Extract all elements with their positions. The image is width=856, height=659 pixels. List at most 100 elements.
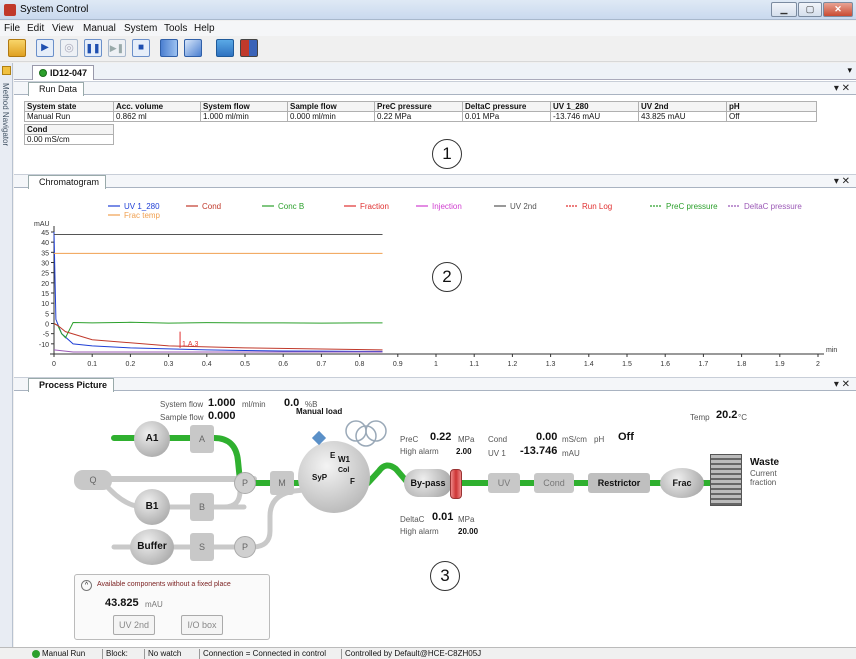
x-tick-label: 0.6 bbox=[278, 361, 288, 368]
y-tick-label: 25 bbox=[41, 271, 49, 278]
status-watch: No watch bbox=[145, 649, 200, 659]
chromatogram-pane-title[interactable]: Chromatogram bbox=[28, 175, 107, 189]
header-sample-flow: Sample flow bbox=[287, 101, 375, 112]
component-a[interactable]: A bbox=[190, 425, 214, 453]
value-ph: Off bbox=[726, 111, 817, 122]
component-uv[interactable]: UV bbox=[488, 473, 520, 493]
component-bypass[interactable]: By-pass bbox=[404, 469, 452, 497]
stop-icon[interactable]: ■ bbox=[132, 39, 150, 57]
component-mixer-m[interactable]: M bbox=[270, 471, 294, 495]
component-b1-valve[interactable]: B1 bbox=[134, 489, 170, 525]
cond-label: Cond bbox=[488, 435, 508, 444]
maximize-button[interactable]: ▢ bbox=[798, 2, 822, 17]
menu-help[interactable]: Help bbox=[194, 23, 215, 34]
x-axis-label: min bbox=[826, 347, 837, 354]
run-icon[interactable]: ▶ bbox=[36, 39, 54, 57]
component-q[interactable]: Q bbox=[74, 470, 112, 490]
method-navigator-label[interactable]: Method Navigator bbox=[1, 83, 10, 146]
menu-edit[interactable]: Edit bbox=[27, 23, 44, 34]
system-flow-label: System flow bbox=[160, 400, 204, 409]
y-axis-label: mAU bbox=[34, 221, 50, 228]
value-sample-flow: 0.000 ml/min bbox=[287, 111, 375, 122]
component-b[interactable]: B bbox=[190, 493, 214, 521]
status-bar: Manual Run Block: No watch Connection = … bbox=[0, 647, 856, 659]
process-picture: System flow 1.000 ml/min 0.0 %B Sample f… bbox=[14, 391, 856, 647]
x-tick-label: 0.4 bbox=[202, 361, 212, 368]
fraction-collector-rack-icon[interactable] bbox=[710, 454, 742, 506]
available-components-box: ^ Available components without a fixed p… bbox=[74, 574, 270, 640]
io-box-button[interactable]: I/O box bbox=[181, 615, 223, 635]
menu-system[interactable]: System bbox=[124, 23, 157, 34]
connected-status-icon bbox=[39, 69, 47, 77]
step-icon[interactable]: ▶❚ bbox=[108, 39, 126, 57]
pane-controls[interactable]: ▾ ✕ bbox=[834, 175, 850, 188]
x-tick-label: 0 bbox=[52, 361, 56, 368]
callout-2: 2 bbox=[432, 262, 462, 292]
legend-entry: Run Log bbox=[582, 202, 612, 211]
deltac-high-alarm-value: 20.00 bbox=[458, 527, 479, 536]
y-tick-label: 15 bbox=[41, 291, 49, 298]
x-tick-label: 0.3 bbox=[164, 361, 174, 368]
open-folder-icon[interactable] bbox=[8, 39, 26, 57]
component-pump-p1[interactable]: P bbox=[234, 472, 256, 494]
menu-file[interactable]: File bbox=[4, 23, 20, 34]
component-frac[interactable]: Frac bbox=[660, 468, 704, 498]
header-prec-pressure: PreC pressure bbox=[374, 101, 463, 112]
run-data-pane-title[interactable]: Run Data bbox=[28, 82, 85, 96]
series-line bbox=[53, 231, 383, 352]
available-components-label: Available components without a fixed pla… bbox=[97, 581, 231, 588]
evaluation-icon[interactable] bbox=[184, 39, 202, 57]
tab-id12-047[interactable]: ID12-047 bbox=[32, 65, 95, 80]
menu-tools[interactable]: Tools bbox=[164, 23, 187, 34]
value-uv2nd: 43.825 mAU bbox=[638, 111, 727, 122]
e-port-label: E bbox=[330, 451, 336, 460]
menu-view[interactable]: View bbox=[52, 23, 74, 34]
legend-entry: Fraction bbox=[360, 202, 389, 211]
menu-manual[interactable]: Manual bbox=[83, 23, 116, 34]
run-data-pane-header: Run Data ▾ ✕ bbox=[14, 81, 856, 96]
log-list-icon[interactable] bbox=[216, 39, 234, 57]
available-uv2nd-value: 43.825 bbox=[105, 597, 139, 609]
prec-high-alarm-label: High alarm bbox=[400, 447, 439, 456]
component-buffer-valve[interactable]: Buffer bbox=[130, 529, 174, 565]
header-system-state: System state bbox=[24, 101, 114, 112]
component-s[interactable]: S bbox=[190, 533, 214, 561]
component-a1-valve[interactable]: A1 bbox=[134, 421, 170, 457]
instrument-icon[interactable] bbox=[240, 39, 258, 57]
component-pump-p2[interactable]: P bbox=[234, 536, 256, 558]
close-button[interactable]: ✕ bbox=[823, 2, 853, 17]
navigator-folder-icon[interactable] bbox=[2, 66, 11, 75]
method-navigator-sidebar[interactable]: Method Navigator bbox=[0, 63, 13, 647]
pane-controls[interactable]: ▾ ✕ bbox=[834, 82, 850, 95]
prec-value: 0.22 bbox=[430, 431, 452, 443]
prec-high-alarm-value: 2.00 bbox=[456, 447, 472, 456]
method-editor-icon[interactable] bbox=[160, 39, 178, 57]
pause-icon[interactable]: ❚❚ bbox=[84, 39, 102, 57]
header-acc-volume: Acc. volume bbox=[113, 101, 201, 112]
y-tick-label: -10 bbox=[39, 342, 49, 349]
tab-label: ID12-047 bbox=[50, 68, 88, 78]
document-tab-strip: ID12-047 ▾ bbox=[14, 63, 856, 80]
value-acc-volume: 0.862 ml bbox=[113, 111, 201, 122]
process-picture-pane-title[interactable]: Process Picture bbox=[28, 378, 115, 392]
pane-controls[interactable]: ▾ ✕ bbox=[834, 378, 850, 391]
toolbar: ▶ ◎ ❚❚ ▶❚ ■ bbox=[0, 36, 856, 62]
title-bar: System Control ▁ ▢ ✕ bbox=[0, 0, 856, 20]
tab-dropdown-icon[interactable]: ▾ bbox=[847, 65, 852, 76]
available-uv2nd-unit: mAU bbox=[145, 600, 163, 609]
ph-label: pH bbox=[594, 435, 605, 444]
x-tick-label: 1.1 bbox=[469, 361, 479, 368]
collapse-chevron-icon[interactable]: ^ bbox=[81, 580, 92, 591]
cond-value: 0.00 bbox=[536, 431, 558, 443]
component-cond[interactable]: Cond bbox=[534, 473, 574, 493]
minimize-button[interactable]: ▁ bbox=[771, 2, 797, 17]
component-sample-valve[interactable]: SyP E W1 Col F bbox=[298, 441, 370, 513]
y-tick-label: 35 bbox=[41, 250, 49, 257]
process-picture-pane-header: Process Picture ▾ ✕ bbox=[14, 377, 856, 392]
component-restrictor[interactable]: Restrictor bbox=[588, 473, 650, 493]
chromatogram-pane-header: Chromatogram ▾ ✕ bbox=[14, 174, 856, 189]
legend-entry: Frac temp bbox=[124, 211, 161, 220]
status-controlled-by: Controlled by Default@HCE-C8ZH05J bbox=[345, 649, 482, 658]
uv2nd-button[interactable]: UV 2nd bbox=[113, 615, 155, 635]
x-tick-label: 1.7 bbox=[699, 361, 709, 368]
